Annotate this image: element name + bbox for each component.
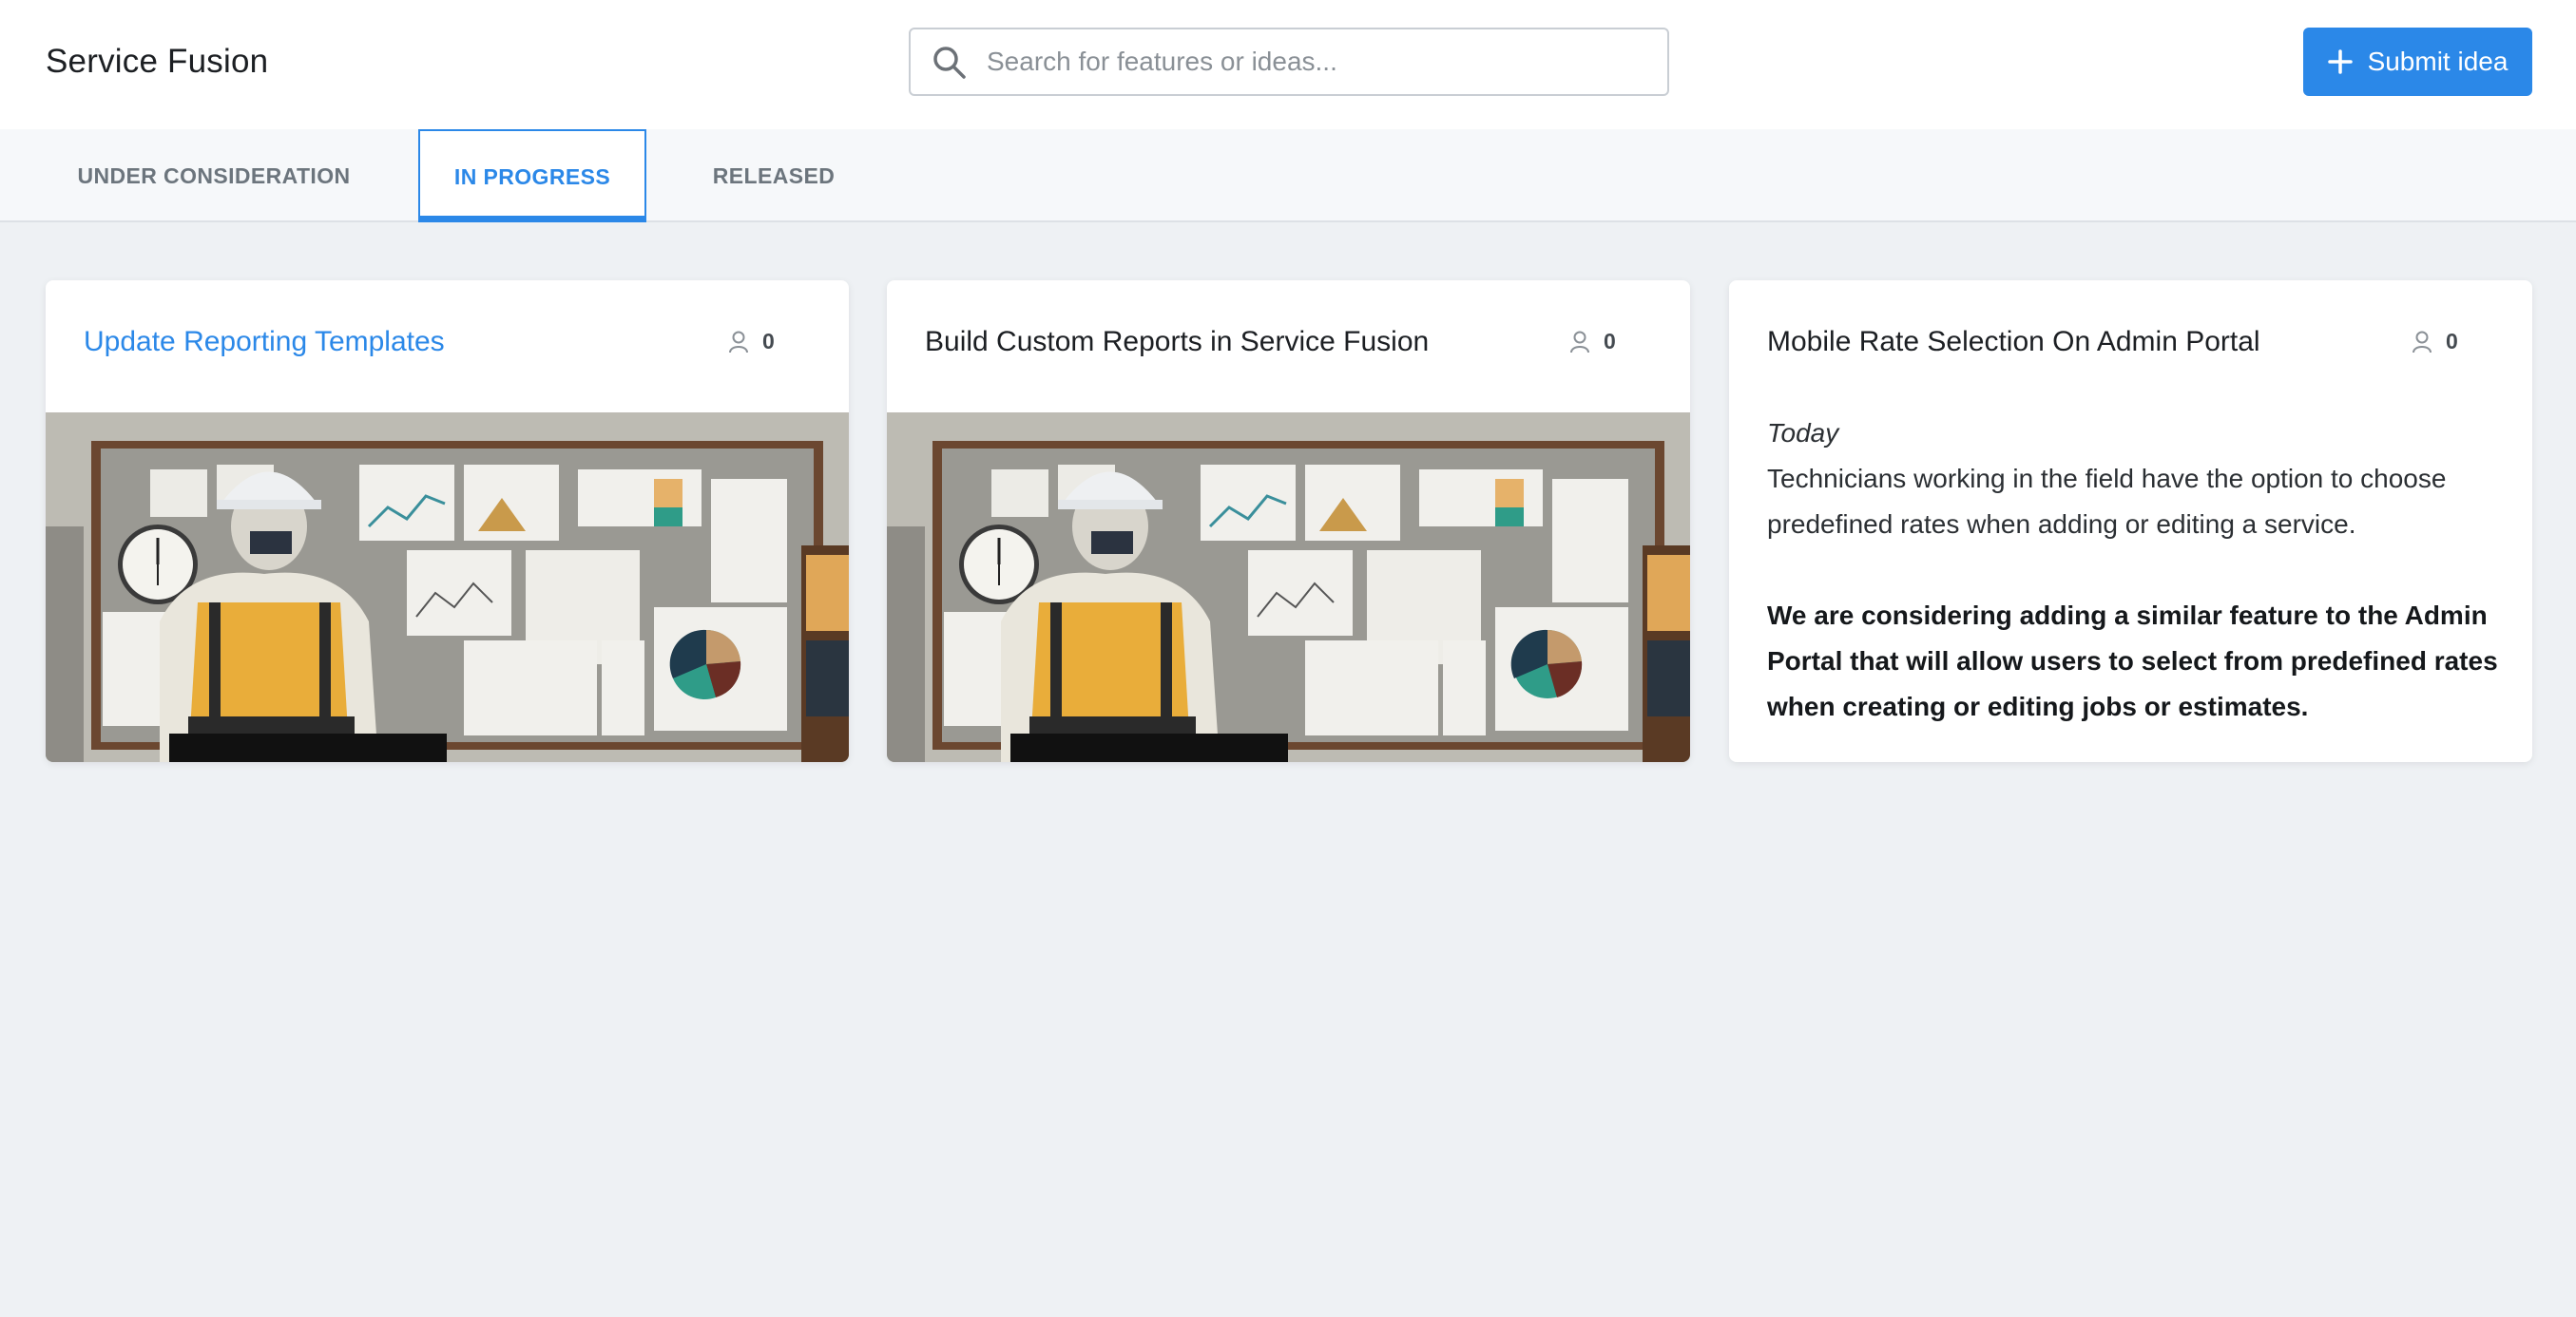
reporting-board-image [887, 412, 1690, 762]
tab-under-consideration[interactable]: UNDER CONSIDERATION [57, 129, 371, 222]
submit-idea-button[interactable]: Submit idea [2303, 28, 2532, 96]
idea-card[interactable]: Build Custom Reports in Service Fusion 0 [887, 280, 1690, 762]
tab-label: UNDER CONSIDERATION [77, 162, 351, 188]
submit-idea-label: Submit idea [2367, 47, 2509, 76]
vote-number: 0 [1604, 329, 1616, 353]
idea-card[interactable]: Update Reporting Templates 0 [46, 280, 849, 762]
tab-label: IN PROGRESS [453, 163, 611, 189]
card-title[interactable]: Mobile Rate Selection On Admin Portal [1767, 323, 2260, 361]
vote-number: 0 [762, 329, 775, 353]
idea-card[interactable]: Mobile Rate Selection On Admin Portal 0 … [1729, 280, 2532, 762]
card-bold-text: We are considering adding a similar feat… [1767, 601, 2498, 721]
card-description-text: Technicians working in the field have th… [1767, 464, 2447, 539]
search-box[interactable] [909, 28, 1669, 96]
top-header: Service Fusion Submit idea [0, 0, 2576, 129]
user-icon [1570, 331, 1589, 353]
search-input[interactable] [985, 29, 1650, 94]
card-title[interactable]: Update Reporting Templates [84, 323, 445, 361]
user-icon [2413, 331, 2432, 353]
search-icon [933, 47, 966, 79]
card-description: Today Technicians working in the field h… [1767, 410, 2528, 730]
vote-number: 0 [2446, 329, 2458, 353]
tab-in-progress[interactable]: IN PROGRESS [418, 129, 646, 222]
plus-icon [2327, 49, 2353, 74]
tab-label: RELEASED [712, 162, 836, 188]
tab-released[interactable]: RELEASED [694, 129, 854, 222]
vote-count[interactable]: 0 [1569, 329, 1616, 354]
user-icon [729, 331, 748, 353]
reporting-board-image [46, 412, 849, 762]
card-illustration [46, 412, 849, 762]
vote-count[interactable]: 0 [2412, 329, 2458, 354]
card-title[interactable]: Build Custom Reports in Service Fusion [925, 323, 1429, 361]
card-date: Today [1767, 418, 1839, 448]
status-tabs: UNDER CONSIDERATION IN PROGRESS RELEASED [0, 129, 2576, 222]
card-illustration [887, 412, 1690, 762]
brand-title[interactable]: Service Fusion [46, 38, 268, 86]
vote-count[interactable]: 0 [728, 329, 775, 354]
